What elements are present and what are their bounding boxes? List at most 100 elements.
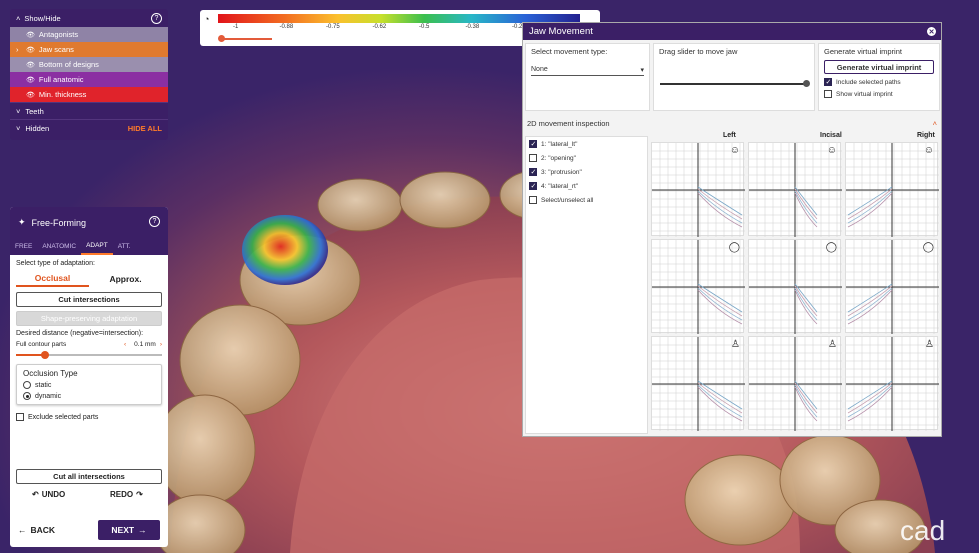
threshold-slider-knob[interactable] bbox=[218, 35, 225, 42]
help-icon[interactable]: ? bbox=[151, 12, 162, 24]
full-contour-label: Full contour parts bbox=[16, 341, 67, 348]
show-imprint-checkbox[interactable]: Show virtual imprint bbox=[824, 90, 934, 98]
head-orientation-icon: ☺ bbox=[826, 145, 837, 156]
help-icon[interactable]: ? bbox=[149, 216, 160, 227]
movement-plot[interactable]: ◯ bbox=[651, 239, 745, 334]
head-orientation-icon: ◯ bbox=[825, 242, 837, 253]
movement-path-item[interactable]: 3: "protrusion" bbox=[526, 165, 647, 179]
checkbox[interactable] bbox=[529, 196, 537, 204]
arrow-right-icon: → bbox=[138, 524, 147, 535]
teeth-label: Teeth bbox=[25, 106, 44, 116]
cut-all-intersections-button[interactable]: Cut all intersections bbox=[16, 469, 162, 484]
distance-slider-knob[interactable] bbox=[41, 351, 50, 359]
head-orientation-icon: ♙ bbox=[925, 339, 934, 350]
movement-path-item[interactable]: Select/unselect all bbox=[526, 193, 647, 207]
tab-free[interactable]: FREE bbox=[10, 237, 37, 255]
movement-type-dropdown[interactable]: None ▾ bbox=[531, 64, 644, 76]
checkbox[interactable] bbox=[529, 140, 537, 148]
colorbar-tick: -0.88 bbox=[279, 24, 294, 30]
inspection-label: 2D movement inspection bbox=[527, 119, 610, 128]
checkbox[interactable] bbox=[529, 168, 537, 176]
column-header: Incisal bbox=[820, 132, 842, 139]
colorbar-tick: -0.62 bbox=[372, 24, 387, 30]
layer-item[interactable]: 👁 Full anatomic bbox=[10, 72, 168, 87]
path-label: Select/unselect all bbox=[541, 196, 594, 204]
movement-plot[interactable]: ♙ bbox=[651, 336, 745, 431]
checkbox[interactable] bbox=[529, 154, 537, 162]
virtual-imprint-section: Generate virtual imprint Generate virtua… bbox=[818, 43, 940, 111]
undo-button[interactable]: ↶ UNDO bbox=[32, 490, 65, 499]
movement-plot[interactable]: ♙ bbox=[748, 336, 842, 431]
eye-icon[interactable]: 👁 bbox=[26, 91, 35, 99]
approx-option[interactable]: Approx. bbox=[89, 271, 162, 287]
close-icon[interactable]: ✕ bbox=[927, 27, 936, 36]
cut-intersections-button[interactable]: Cut intersections bbox=[16, 292, 162, 307]
drag-slider-section: Drag slider to move jaw bbox=[653, 43, 815, 111]
show-hide-panel: ˄ Show/Hide ? 👁 Antagonists › 👁 Jaw scans 👁 Bo… bbox=[10, 9, 168, 140]
static-radio[interactable]: static bbox=[23, 381, 155, 389]
occlusion-type-title: Occlusion Type bbox=[23, 369, 78, 378]
show-hide-header[interactable]: ˄ Show/Hide ? bbox=[10, 9, 168, 27]
head-orientation-icon: ☺ bbox=[923, 145, 934, 156]
layer-item[interactable]: › 👁 Jaw scans bbox=[10, 42, 168, 57]
colorbar-tick: -0.38 bbox=[465, 24, 480, 30]
shape-preserving-button[interactable]: Shape-preserving adaptation bbox=[16, 311, 162, 326]
movement-plot[interactable]: ♙ bbox=[845, 336, 939, 431]
eye-icon[interactable]: 👁 bbox=[26, 46, 35, 54]
exclude-selected-checkbox[interactable]: Exclude selected parts bbox=[16, 413, 162, 421]
movement-path-item[interactable]: 2: "opening" bbox=[526, 151, 647, 165]
jaw-slider-track[interactable] bbox=[660, 83, 808, 85]
distance-slider[interactable] bbox=[16, 351, 162, 359]
layer-item[interactable]: 👁 Bottom of designs bbox=[10, 57, 168, 72]
next-button[interactable]: NEXT → bbox=[98, 519, 160, 540]
movement-plot[interactable]: ◯ bbox=[748, 239, 842, 334]
movement-plot[interactable]: ☺ bbox=[651, 142, 745, 237]
checkbox[interactable] bbox=[529, 182, 537, 190]
include-paths-checkbox[interactable]: Include selected paths bbox=[824, 78, 934, 86]
chevron-right-icon[interactable]: › bbox=[160, 341, 162, 348]
movement-path-item[interactable]: 1: "lateral_lt" bbox=[526, 137, 647, 151]
chevron-left-icon[interactable]: ‹ bbox=[124, 341, 126, 348]
movement-plot[interactable]: ☺ bbox=[748, 142, 842, 237]
head-orientation-icon: ♙ bbox=[828, 339, 837, 350]
generate-imprint-button[interactable]: Generate virtual imprint bbox=[824, 60, 934, 74]
eye-icon[interactable]: 👁 bbox=[26, 31, 35, 39]
movement-plot[interactable]: ◯ bbox=[845, 239, 939, 334]
free-forming-panel: ✦ Free-Forming ? FREE ANATOMIC ADAPT ATT. Se… bbox=[10, 207, 168, 547]
dynamic-radio[interactable]: dynamic bbox=[23, 392, 155, 400]
layer-item[interactable]: 👁 Min. thickness bbox=[10, 87, 168, 102]
jaw-slider-knob[interactable] bbox=[803, 80, 810, 87]
occlusal-option[interactable]: Occlusal bbox=[16, 271, 89, 287]
expand-arrow-icon[interactable]: › bbox=[16, 45, 22, 54]
tab-adapt[interactable]: ADAPT bbox=[81, 237, 113, 255]
column-header: Right bbox=[917, 132, 935, 139]
gauge-icon[interactable]: ◔ bbox=[204, 14, 209, 24]
path-label: 1: "lateral_lt" bbox=[541, 140, 578, 148]
redo-button[interactable]: REDO ↷ bbox=[110, 490, 143, 499]
teeth-group[interactable]: ˅ Teeth bbox=[10, 102, 168, 119]
inspection-header[interactable]: 2D movement inspection ˄ bbox=[523, 115, 941, 133]
head-orientation-icon: ◯ bbox=[728, 242, 740, 253]
eye-icon[interactable]: 👁 bbox=[26, 76, 35, 84]
jaw-movement-title: Jaw Movement bbox=[529, 26, 593, 37]
tab-anatomic[interactable]: ANATOMIC bbox=[37, 237, 81, 255]
movement-plot[interactable]: ☺ bbox=[845, 142, 939, 237]
colorbar-tick: -0.5 bbox=[419, 24, 430, 30]
tab-att[interactable]: ATT. bbox=[113, 237, 136, 255]
threshold-slider-track[interactable] bbox=[220, 38, 272, 40]
back-button[interactable]: ← BACK bbox=[18, 525, 55, 535]
chevron-up-icon[interactable]: ˄ bbox=[933, 119, 937, 129]
movement-type-label: Select movement type: bbox=[531, 47, 608, 56]
head-orientation-icon: ☺ bbox=[729, 145, 740, 156]
movement-type-section: Select movement type: None ▾ bbox=[525, 43, 650, 111]
hide-all-button[interactable]: HIDE ALL bbox=[128, 124, 162, 133]
movement-path-item[interactable]: 4: "lateral_rt" bbox=[526, 179, 647, 193]
layer-item[interactable]: 👁 Antagonists bbox=[10, 27, 168, 42]
free-forming-title: Free-Forming bbox=[31, 217, 87, 228]
undo-icon: ↶ bbox=[32, 490, 39, 499]
hidden-group[interactable]: ˅ Hidden HIDE ALL bbox=[10, 119, 168, 136]
show-hide-title: Show/Hide bbox=[24, 13, 61, 23]
path-label: 2: "opening" bbox=[541, 154, 576, 162]
distance-value[interactable]: 0.1 mm bbox=[134, 341, 156, 348]
eye-icon[interactable]: 👁 bbox=[26, 61, 35, 69]
